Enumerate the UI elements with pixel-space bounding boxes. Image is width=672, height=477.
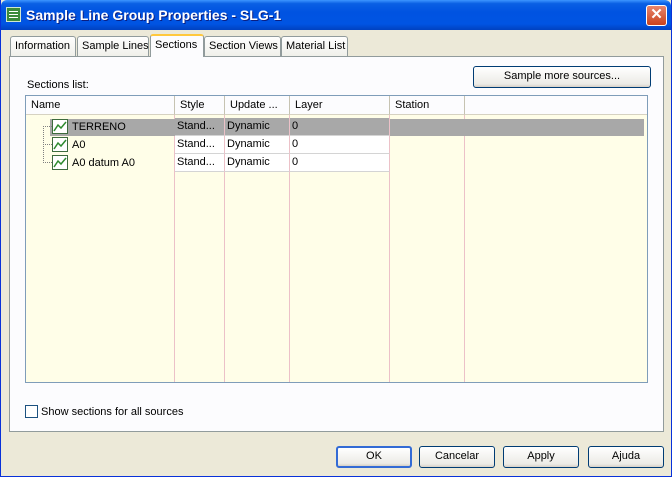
- row-style-cell[interactable]: Stand...: [175, 154, 225, 172]
- row-layer-cell[interactable]: 0: [290, 136, 390, 154]
- ok-button[interactable]: OK: [336, 446, 412, 468]
- app-icon: [6, 7, 21, 22]
- row-layer-cell[interactable]: 0: [290, 118, 390, 136]
- window-title: Sample Line Group Properties - SLG-1: [26, 7, 282, 23]
- row-update-cell[interactable]: Dynamic: [225, 154, 290, 172]
- tab-sections[interactable]: Sections: [150, 34, 204, 57]
- column-header-update[interactable]: Update ...: [225, 96, 290, 115]
- row-update-cell[interactable]: Dynamic: [225, 118, 290, 136]
- tab-sample-lines[interactable]: Sample Lines: [77, 36, 149, 56]
- sections-list-label: Sections list:: [27, 79, 89, 91]
- column-divider: [464, 115, 465, 382]
- tab-material-list[interactable]: Material List: [281, 36, 348, 56]
- row-layer-cell[interactable]: 0: [290, 154, 390, 172]
- tree-line: [43, 144, 52, 145]
- tab-section-views[interactable]: Section Views: [204, 36, 281, 56]
- cancel-button[interactable]: Cancelar: [419, 446, 495, 468]
- title-bar[interactable]: Sample Line Group Properties - SLG-1 ✕: [1, 0, 671, 30]
- row-name-a0[interactable]: A0: [72, 138, 85, 152]
- row-style-cell[interactable]: Stand...: [175, 118, 225, 136]
- section-source-icon: [52, 119, 68, 134]
- sections-list[interactable]: Name Style Update ... Layer Station TERR…: [25, 95, 648, 383]
- tab-information[interactable]: Information: [10, 36, 76, 56]
- row-style-cell[interactable]: Stand...: [175, 136, 225, 154]
- tree-line: [43, 162, 52, 163]
- row-name-terreno[interactable]: TERRENO: [72, 120, 126, 134]
- section-source-icon: [52, 155, 68, 170]
- section-source-icon: [52, 137, 68, 152]
- column-header-style[interactable]: Style: [175, 96, 225, 115]
- show-all-sources-label[interactable]: Show sections for all sources: [41, 406, 183, 418]
- properties-dialog: Sample Line Group Properties - SLG-1 ✕ I…: [0, 0, 672, 477]
- apply-button[interactable]: Apply: [503, 446, 579, 468]
- tree-line: [43, 126, 52, 127]
- show-all-sources-checkbox[interactable]: [25, 405, 38, 418]
- column-header-filler: [465, 96, 647, 115]
- column-header-name[interactable]: Name: [26, 96, 175, 115]
- row-name-a0-datum[interactable]: A0 datum A0: [72, 156, 135, 170]
- column-header-layer[interactable]: Layer: [290, 96, 390, 115]
- column-header-station[interactable]: Station: [390, 96, 465, 115]
- help-button[interactable]: Ajuda: [588, 446, 664, 468]
- close-button[interactable]: ✕: [646, 5, 667, 26]
- row-update-cell[interactable]: Dynamic: [225, 136, 290, 154]
- sample-more-sources-button[interactable]: Sample more sources...: [473, 66, 651, 88]
